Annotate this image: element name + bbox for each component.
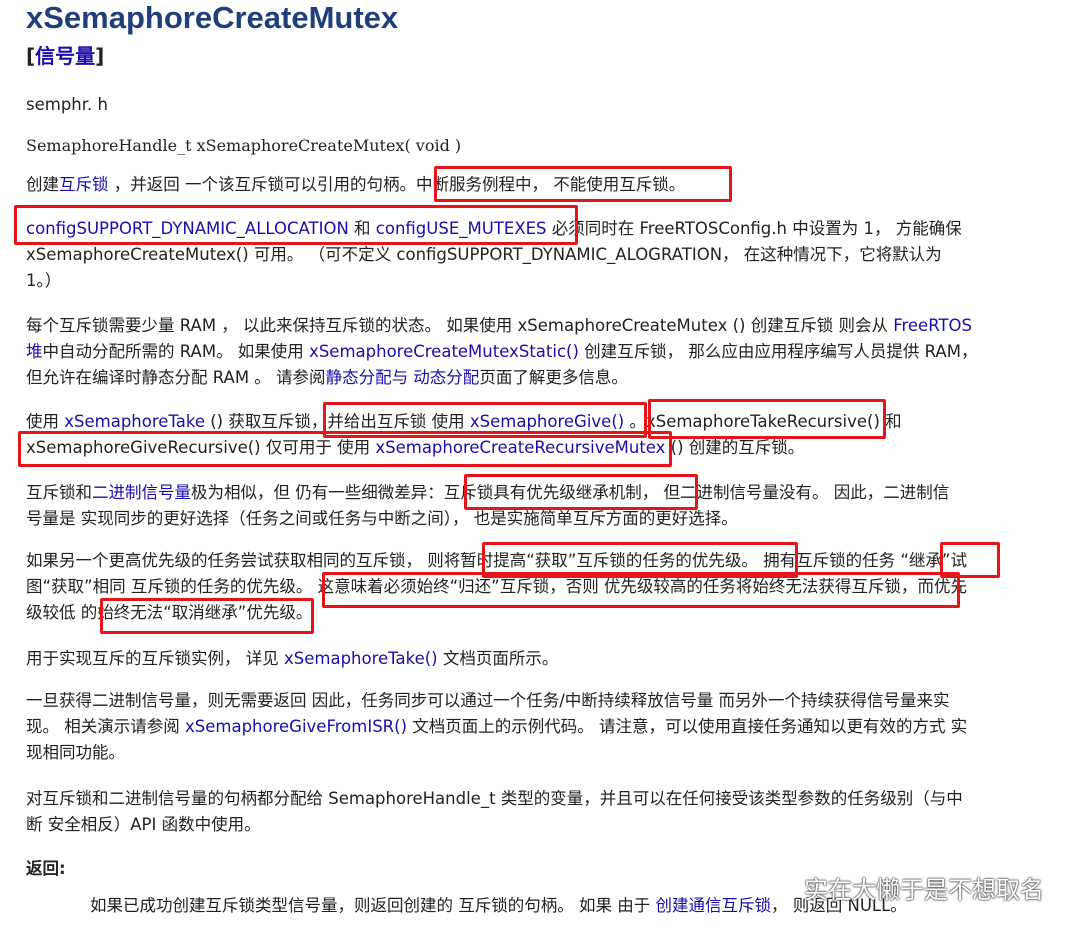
text: 但二进制信号量没有。 因此，二进制信 [658, 483, 950, 502]
text: xSemaphoreTakeRecursive() [645, 412, 880, 431]
link-semaphore-take[interactable]: xSemaphoreTake [64, 412, 205, 431]
text: 现相同功能。 [26, 743, 125, 762]
link-heap[interactable]: 堆 [26, 342, 43, 361]
text: 和 [879, 412, 902, 431]
link-config-support-dynamic-allocation[interactable]: configSUPPORT_DYNAMIC_ALLOCATION [26, 219, 349, 238]
header-file: semphr. h [26, 95, 108, 114]
text: 。 [624, 412, 646, 431]
highlighted-text-isr-warning: 中断服务例程中， 不能使用互斥锁。 [416, 175, 686, 194]
link-create-recursive-mutex[interactable]: xSemaphoreCreateRecursiveMutex [375, 438, 665, 457]
bracket-open: [ [26, 44, 36, 68]
text: 文档页面上的示例代码。 请注意，可以使用直接任务通知以更有效的方式 实 [407, 717, 968, 736]
link-semaphore-give[interactable]: xSemaphoreGive() [470, 412, 624, 431]
paragraph-example: 用于实现互斥的互斥锁实例， 详见 xSemaphoreTake() 文档页面所示… [26, 646, 1026, 672]
link-semaphore-give-from-isr[interactable]: xSemaphoreGiveFromISR() [185, 717, 407, 736]
text: 暂时提高“获取”互斥锁的任务的优先级。 [460, 551, 758, 570]
link-semaphore-take-doc[interactable]: xSemaphoreTake() [284, 649, 438, 668]
text: () [665, 438, 684, 457]
text: 互斥锁和 [26, 483, 92, 502]
doc-page: xSemaphoreCreateMutex [信号量] semphr. h Se… [0, 0, 1080, 938]
text: 试 [950, 551, 967, 570]
text: 号量是 实现同步的更好选择（任务之间或任务与中断之间）， 也是实施简单互斥方面的… [26, 509, 738, 528]
wechat-icon [772, 879, 798, 900]
text: 和 [348, 219, 376, 238]
paragraph-handle-type: 对互斥锁和二进制信号量的句柄都分配给 SemaphoreHandle_t 类型的… [26, 786, 1026, 838]
paragraph-take-give: 使用 xSemaphoreTake () 获取互斥锁，并给出互斥锁 使用 xSe… [26, 409, 1026, 461]
text: () 获取互斥锁， [205, 412, 328, 431]
paragraph-task-sync: 一旦获得二进制信号量，则无需要返回 因此，任务同步可以通过一个任务/中断持续释放… [26, 688, 1026, 766]
text: 。 [295, 603, 313, 622]
text: 一旦获得二进制信号量，则无需要返回 因此，任务同步可以通过一个任务/中断持续释放… [26, 691, 950, 710]
text: xSemaphoreGiveRecursive() 仅可用于 使用 [26, 438, 376, 457]
text: 这意味着必须始终“归还”互斥锁，否则 优先级较高的任务将始终无法获得互斥锁， [317, 577, 918, 596]
paragraph-description: 创建互斥锁 ，并返回 一个该互斥锁可以引用的句柄。中断服务例程中， 不能使用互斥… [26, 172, 1026, 198]
text: 如果另一个更高优先级的任务尝试获取相同的互斥锁， 则将 [26, 551, 461, 570]
text: 中自动分配所需的 RAM。 如果使用 [42, 342, 310, 361]
text: 拥有互斥锁的任务 [757, 551, 901, 570]
text: 创建互斥锁， 那么应由应用程序编写人员提供 RAM， [578, 342, 978, 361]
page-title: xSemaphoreCreateMutex [26, 0, 399, 35]
link-create-mutex-static[interactable]: xSemaphoreCreateMutexStatic() [309, 342, 579, 361]
text: 文档页面所示。 [437, 649, 559, 668]
link-config-use-mutexes[interactable]: configUSE_MUTEXES [376, 219, 547, 238]
watermark-text: 实在大懒于是不想取名 [804, 876, 1044, 904]
text: 每个互斥锁需要少量 RAM ， 以此来保持互斥锁的状态。 如果使用 xSemap… [26, 316, 894, 335]
text: 创建 [26, 175, 59, 194]
text: 页面了解更多信息。 [479, 368, 628, 387]
text: 极为相似，但 仍有一些细微差异： [191, 483, 444, 502]
text: 创建的互斥锁。 [683, 438, 805, 457]
text: 始终无法“取消继承”优先级 [97, 603, 296, 622]
bracket-close: ] [95, 44, 105, 68]
text: 如果已成功创建互斥锁类型信号量，则返回创建的 互斥锁的句柄。 如果 由于 [90, 896, 656, 915]
text: 而优先 [917, 577, 967, 596]
link-binary-semaphore[interactable]: 二进制信号量 [92, 483, 191, 502]
category-link-semaphore[interactable]: 信号量 [35, 44, 95, 68]
category-breadcrumb: [信号量] [26, 44, 104, 68]
text: 使用 [26, 412, 65, 431]
paragraph-config: configSUPPORT_DYNAMIC_ALLOCATION 和 confi… [26, 216, 1026, 294]
text: xSemaphoreCreateMutex() 可用。 （可不定义 config… [26, 245, 942, 264]
watermark: 实在大懒于是不想取名 [772, 870, 1044, 905]
text: 断 安全相反）API 函数中使用。 [26, 815, 261, 834]
text: 必须同时在 FreeRTOSConfig.h 中设置为 1， 方能确保 [546, 219, 962, 238]
text: 用于实现互斥的互斥锁实例， 详见 [26, 649, 284, 668]
text: 但允许在编译时静态分配 RAM 。 请参阅 [26, 368, 326, 387]
text: “继承” [900, 551, 951, 570]
paragraph-priority-inheritance: 如果另一个更高优先级的任务尝试获取相同的互斥锁， 则将暂时提高“获取”互斥锁的任… [26, 548, 1026, 626]
text: 1。） [26, 271, 62, 290]
text: 现。 相关演示请参阅 [26, 717, 185, 736]
text: ，并返回 一个该互斥锁可以引用的句柄。 [108, 175, 416, 194]
link-mutex[interactable]: 互斥锁 [59, 175, 109, 194]
paragraph-ram: 每个互斥锁需要少量 RAM ， 以此来保持互斥锁的状态。 如果使用 xSemap… [26, 313, 1026, 391]
link-freertos[interactable]: FreeRTOS [893, 316, 972, 335]
paragraph-binary-semaphore: 互斥锁和二进制信号量极为相似，但 仍有一些细微差异：互斥锁具有优先级继承机制， … [26, 480, 1026, 532]
link-create-mutex-failure[interactable]: 创建通信互斥锁 [655, 896, 771, 915]
function-signature: SemaphoreHandle_t xSemaphoreCreateMutex(… [26, 136, 462, 155]
text: 级较低 的 [26, 603, 98, 622]
text: 对互斥锁和二进制信号量的句柄都分配给 SemaphoreHandle_t 类型的… [26, 789, 963, 808]
text: 图“获取”相同 互斥锁的任务的优先级。 [26, 577, 318, 596]
link-static-dynamic-allocation[interactable]: 静态分配与 动态分配 [326, 368, 480, 387]
text: 互斥锁具有优先级继承机制， [443, 483, 659, 502]
text: 并给出互斥锁 使用 [327, 412, 470, 431]
